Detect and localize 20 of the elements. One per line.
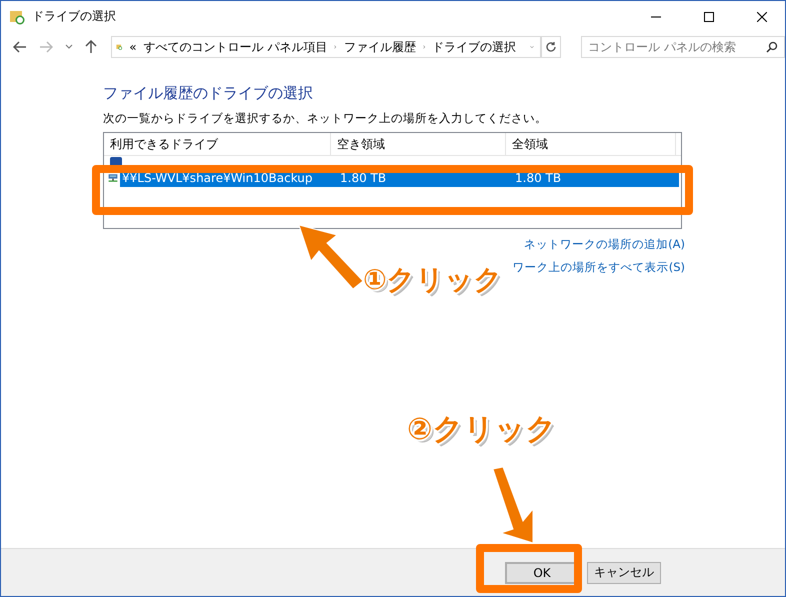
table-cell-text: ¥¥LS-WVL¥share¥Win10Backup: [121, 170, 314, 184]
column-header[interactable]: 空き領域: [331, 133, 506, 155]
window-title: ドライブの選択: [32, 8, 116, 25]
link[interactable]: ネットワークの場所の追加(A): [524, 237, 685, 252]
callout-text: ①クリック: [363, 265, 503, 296]
link[interactable]: ワーク上の場所をすべて表示(S): [512, 260, 685, 275]
address-bar[interactable]: « すべてのコントロール パネル項目 ファイル履歴 ドライブの選択: [111, 36, 541, 58]
column-header[interactable]: 利用できるドライブ: [104, 133, 331, 155]
callout-text: ②クリック: [407, 413, 556, 446]
breadcrumb[interactable]: すべてのコントロール パネル項目: [144, 38, 328, 56]
page-heading: ファイル履歴のドライブの選択: [103, 84, 314, 103]
breadcrumb[interactable]: ファイル履歴: [344, 38, 416, 56]
overflow-chevron[interactable]: «: [129, 40, 137, 54]
table-cell-text: 1.80 TB: [339, 170, 388, 184]
search-field[interactable]: コントロール パネルの検索: [581, 36, 785, 58]
breadcrumb[interactable]: ドライブの選択: [432, 38, 516, 56]
dialog-button[interactable]: キャンセル: [587, 562, 661, 584]
table-cell-text: 1.80 TB: [514, 170, 562, 184]
instruction-text: 次の一覧からドライブを選択するか、ネットワーク上の場所を入力してください。: [103, 111, 548, 126]
column-header[interactable]: 全領域: [506, 133, 676, 155]
